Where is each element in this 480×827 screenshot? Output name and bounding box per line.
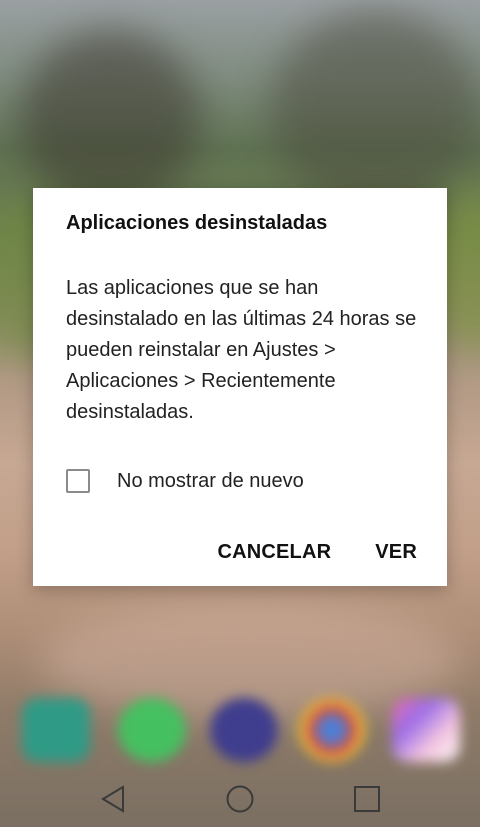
messaging-icon (210, 698, 278, 762)
app-dock (0, 690, 480, 770)
chrome-icon (298, 698, 366, 762)
gallery-icon (392, 698, 460, 762)
dialog-actions: CANCELAR VER (217, 541, 417, 564)
home-icon[interactable] (225, 784, 255, 814)
dont-show-again-row[interactable]: No mostrar de nuevo (66, 468, 304, 494)
whatsapp-icon (118, 698, 186, 762)
view-button[interactable]: VER (375, 541, 417, 564)
uninstalled-apps-dialog: Aplicaciones desinstaladas Las aplicacio… (33, 188, 447, 586)
recent-apps-icon[interactable] (352, 784, 382, 814)
background-blur (270, 10, 480, 210)
navigation-bar (0, 770, 480, 827)
dialog-title: Aplicaciones desinstaladas (66, 212, 328, 234)
dont-show-again-checkbox[interactable] (66, 469, 90, 493)
cancel-button[interactable]: CANCELAR (217, 541, 331, 564)
dialog-message: Las aplicaciones que se han desinstalado… (66, 277, 417, 423)
background-blur (20, 30, 200, 210)
phone-icon (22, 698, 90, 762)
screen: Aplicaciones desinstaladas Las aplicacio… (0, 0, 480, 827)
dont-show-again-label: No mostrar de nuevo (117, 469, 304, 492)
back-icon[interactable] (98, 784, 128, 814)
